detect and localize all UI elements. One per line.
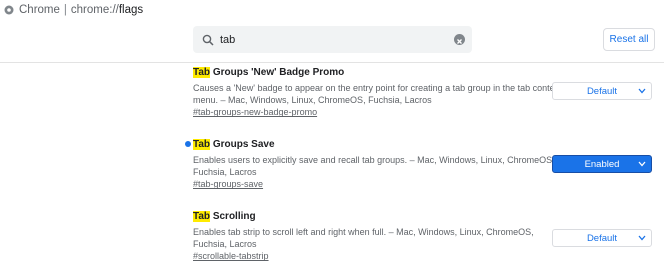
flag-state-value: Default: [586, 232, 618, 244]
chevron-down-icon: [638, 161, 646, 167]
address-separator: |: [63, 4, 67, 16]
search-highlight: Tab: [193, 139, 211, 150]
flag-title: Tab Groups Save: [193, 138, 563, 151]
modified-indicator: [185, 141, 191, 147]
flag-description: Enables users to explicitly save and rec…: [193, 155, 555, 178]
chevron-down-icon: [638, 88, 646, 94]
clear-search-icon[interactable]: [454, 34, 465, 45]
flag-tab-groups-new-badge-promo: Tab Groups 'New' Badge Promo Causes a 'N…: [193, 66, 563, 118]
flag-title: Tab Scrolling: [193, 210, 563, 223]
flag-permalink[interactable]: #scrollable-tabstrip: [193, 250, 563, 262]
flag-title: Tab Groups 'New' Badge Promo: [193, 66, 563, 79]
flag-permalink[interactable]: #tab-groups-new-badge-promo: [193, 106, 563, 118]
search-box[interactable]: [193, 26, 472, 53]
flag-state-value: Enabled: [584, 158, 620, 170]
chevron-down-icon: [638, 235, 646, 241]
reset-all-button[interactable]: Reset all: [603, 28, 655, 51]
url-scheme: chrome://: [70, 4, 119, 16]
flag-description: Causes a 'New' badge to appear on the en…: [193, 83, 562, 106]
search-input[interactable]: [220, 33, 440, 46]
search-icon: [202, 34, 214, 46]
flag-state-select[interactable]: Default: [552, 229, 652, 247]
flag-title-text: Groups Save: [210, 139, 275, 150]
flag-tab-scrolling: Tab Scrolling Enables tab strip to scrol…: [193, 210, 563, 262]
url-path: flags: [118, 4, 144, 16]
search-highlight: Tab: [193, 67, 211, 78]
flag-state-select[interactable]: Enabled: [552, 155, 652, 173]
flags-toolbar: Reset all: [0, 20, 664, 63]
search-highlight: Tab: [193, 211, 211, 222]
flag-tab-groups-save: Tab Groups Save Enables users to explici…: [193, 138, 563, 190]
flag-title-text: Scrolling: [210, 211, 256, 222]
flag-description: Enables tab strip to scroll left and rig…: [193, 227, 534, 250]
flag-title-text: Groups 'New' Badge Promo: [210, 67, 345, 78]
chrome-icon: [4, 5, 14, 15]
flag-state-select[interactable]: Default: [552, 82, 652, 100]
address-bar[interactable]: Chrome | chrome://flags: [0, 0, 664, 20]
flag-state-value: Default: [586, 85, 618, 97]
flag-permalink[interactable]: #tab-groups-save: [193, 178, 563, 190]
browser-name: Chrome: [19, 4, 60, 16]
